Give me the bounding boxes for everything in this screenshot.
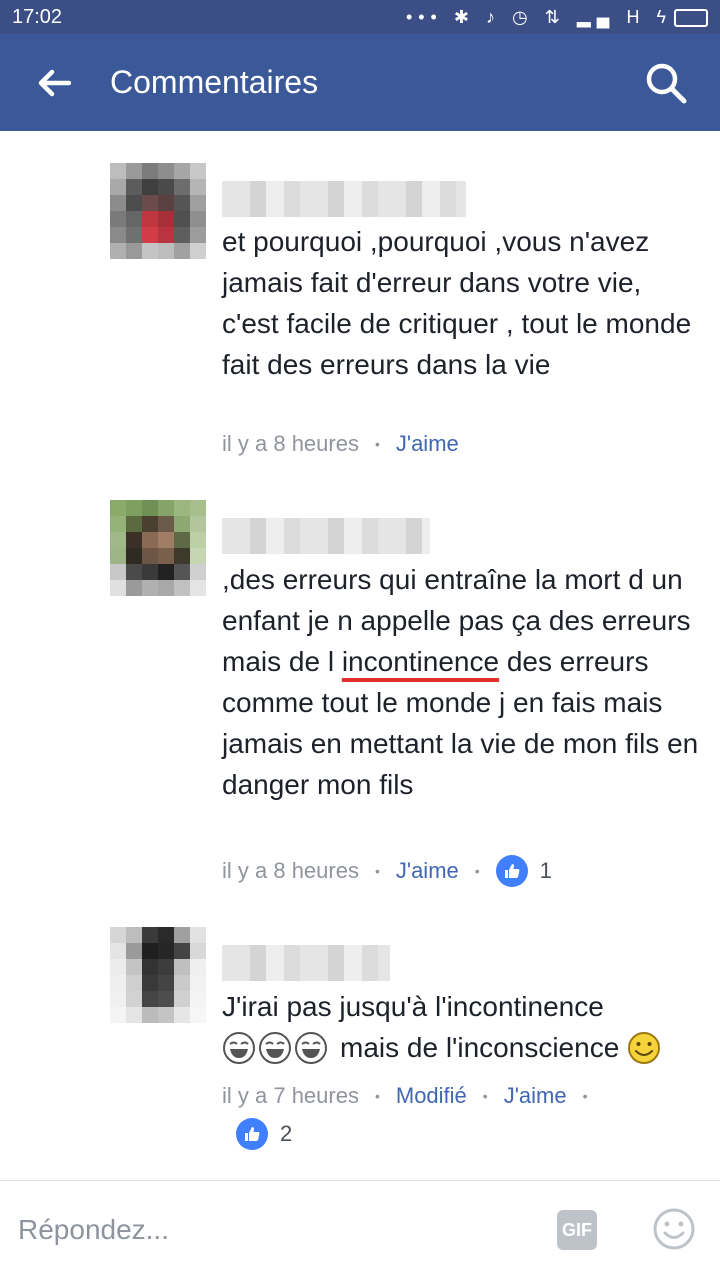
reaction-number: 1 <box>539 858 552 883</box>
alarm-icon: ◷ <box>511 6 534 27</box>
status-icons: ••• ✱ ♪ ◷ ⇅ ▂▄ H ϟ <box>406 7 708 28</box>
back-button[interactable] <box>34 63 74 103</box>
comment-text: et pourquoi ,pourquoi ,vous n'avez jamai… <box>222 226 692 380</box>
comment-text-line2: mais de l'inconscience <box>222 1027 702 1068</box>
reaction-number: 2 <box>280 1121 293 1146</box>
gif-button[interactable]: GIF <box>557 1210 597 1250</box>
comment: J'irai pas jusqu'à l'incontinence mais d… <box>0 927 720 1157</box>
separator-dot: • <box>374 1088 380 1104</box>
laughing-emoji-icons <box>222 1031 330 1065</box>
comment-text: ,des erreurs qui entraîne la mort d un e… <box>222 559 702 805</box>
comment-time: il y a 8 heures <box>222 431 359 456</box>
comment-meta: il y a 8 heures • J'aime • 1 <box>222 855 552 887</box>
page-title: Commentaires <box>110 64 319 100</box>
smile-emoji-icon <box>627 1031 661 1065</box>
comment-text-part: mais de l'inconscience <box>340 1032 620 1063</box>
comment-time: il y a 8 heures <box>222 858 359 883</box>
underlined-word: incontinence <box>341 646 500 677</box>
search-icon <box>646 63 687 103</box>
like-button[interactable]: J'aime <box>396 858 459 884</box>
author-name[interactable] <box>222 518 430 554</box>
reaction-count[interactable]: 2 <box>236 1118 292 1150</box>
separator-dot: • <box>374 436 380 452</box>
like-button[interactable]: J'aime <box>504 1083 567 1109</box>
author-name[interactable] <box>222 945 390 981</box>
avatar[interactable] <box>110 500 206 596</box>
status-bar: 17:02 ••• ✱ ♪ ◷ ⇅ ▂▄ H ϟ <box>0 0 720 34</box>
author-name[interactable] <box>222 181 466 217</box>
avatar[interactable] <box>110 927 206 1023</box>
data-arrows-icon: ⇅ <box>544 6 566 27</box>
smiley-icon <box>653 1208 695 1250</box>
comment-time: il y a 7 heures <box>222 1083 359 1108</box>
bluetooth-icon: ✱ <box>453 6 475 27</box>
comment-meta: il y a 7 heures • Modifié • J'aime • <box>222 1083 604 1109</box>
thumbs-up-icon <box>495 855 528 887</box>
more-dots-icon: ••• <box>405 6 443 27</box>
separator-dot: • <box>482 1088 488 1104</box>
separator-dot: • <box>582 1088 588 1104</box>
comment-meta: il y a 8 heures • J'aime <box>222 431 459 457</box>
reply-bar: GIF <box>0 1180 720 1276</box>
signal-icon: ▂▄ <box>576 6 616 27</box>
arrow-left-icon <box>38 69 71 96</box>
app-header: Commentaires <box>0 34 720 131</box>
comment: et pourquoi ,pourquoi ,vous n'avez jamai… <box>0 163 720 473</box>
separator-dot: • <box>474 863 480 879</box>
thumbs-up-icon <box>236 1118 268 1150</box>
reaction-count[interactable]: 1 <box>495 855 552 887</box>
network-type: H <box>626 6 646 27</box>
mute-icon: ♪ <box>485 6 501 27</box>
comment-text-line: J'irai pas jusqu'à l'incontinence <box>222 991 604 1022</box>
reply-input[interactable] <box>16 1207 540 1253</box>
comment-text: J'irai pas jusqu'à l'incontinence mais d… <box>222 986 702 1068</box>
charging-icon: ϟ <box>656 6 672 27</box>
like-button[interactable]: J'aime <box>396 431 459 457</box>
edited-label[interactable]: Modifié <box>396 1083 467 1109</box>
separator-dot: • <box>374 863 380 879</box>
search-button[interactable] <box>640 57 692 109</box>
status-time: 17:02 <box>12 5 63 28</box>
reaction-row: 2 <box>236 1118 292 1150</box>
avatar[interactable] <box>110 163 206 259</box>
battery-icon <box>674 8 708 27</box>
comment: ,des erreurs qui entraîne la mort d un e… <box>0 500 720 900</box>
sticker-button[interactable] <box>652 1207 696 1251</box>
